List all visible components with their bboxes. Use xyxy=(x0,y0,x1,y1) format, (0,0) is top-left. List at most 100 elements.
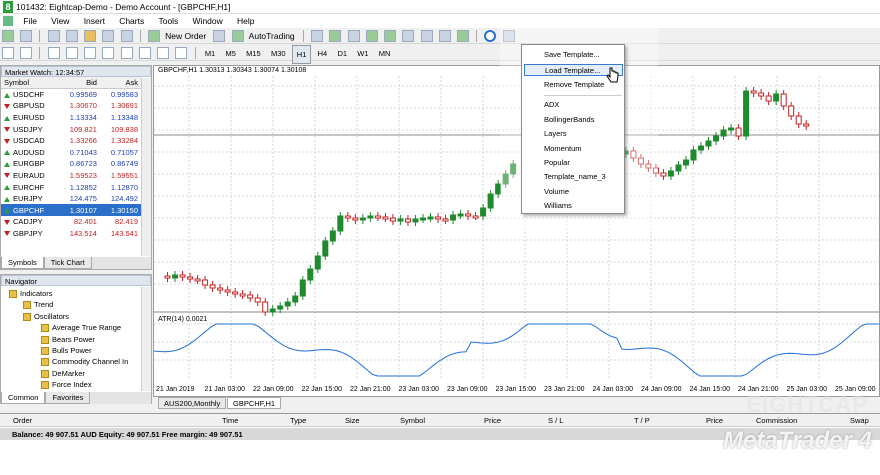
trendline-icon[interactable] xyxy=(84,47,97,59)
menu-help[interactable]: Help xyxy=(231,14,260,28)
periods-icon[interactable] xyxy=(484,30,497,42)
template-layers[interactable]: Layers xyxy=(544,129,567,138)
market-watch-row[interactable]: USDCAD 1.33266 1.33284 xyxy=(1,135,141,147)
menu-window[interactable]: Window xyxy=(187,14,229,28)
col-tp[interactable]: T / P xyxy=(634,416,650,425)
timeframe-m5[interactable]: M5 xyxy=(221,45,239,62)
market-watch-row[interactable]: EURCHF 1.12852 1.12870 xyxy=(1,181,141,193)
template-bollingerbands[interactable]: BollingerBands xyxy=(544,115,594,124)
fibonacci-icon[interactable] xyxy=(120,47,133,59)
menu-charts[interactable]: Charts xyxy=(113,14,150,28)
tab-symbols[interactable]: Symbols xyxy=(1,257,44,269)
zoom-out-icon[interactable] xyxy=(384,30,397,42)
navigator-scrollbar[interactable] xyxy=(141,287,151,391)
tile-windows-icon[interactable] xyxy=(402,30,415,42)
timeframe-m30[interactable]: M30 xyxy=(267,45,290,62)
timeframe-h1[interactable]: H1 xyxy=(291,45,312,64)
timeframe-d1[interactable]: D1 xyxy=(333,45,351,62)
market-watch-icon[interactable] xyxy=(47,30,60,42)
timeframe-m15[interactable]: M15 xyxy=(242,45,265,62)
navigator-item[interactable]: Oscillators xyxy=(23,312,69,321)
menu-file[interactable]: File xyxy=(17,14,43,28)
col-type[interactable]: Type xyxy=(290,416,306,425)
column-header-bid[interactable]: Bid xyxy=(58,77,100,89)
market-watch-row[interactable]: USDCHF 0.99569 0.99583 xyxy=(1,89,141,101)
candlestick-icon[interactable] xyxy=(329,30,342,42)
new-order-button[interactable]: New Order xyxy=(162,28,209,44)
navigator-icon[interactable] xyxy=(84,30,97,42)
menu-insert[interactable]: Insert xyxy=(78,14,111,28)
chart-tab-gbpchf[interactable]: GBPCHF,H1 xyxy=(227,397,282,409)
tab-common[interactable]: Common xyxy=(1,392,46,404)
market-watch-row[interactable]: EURJPY 124.475 124.492 xyxy=(1,193,141,205)
metaeditor-icon[interactable] xyxy=(213,30,226,42)
template-popular[interactable]: Popular xyxy=(544,158,570,167)
column-header-ask[interactable]: Ask xyxy=(99,77,141,89)
market-watch-row[interactable]: USDJPY 109.821 109.838 xyxy=(1,123,141,135)
navigator-item[interactable]: DeMarker xyxy=(41,369,85,378)
crosshair-icon[interactable] xyxy=(20,47,33,59)
navigator-item[interactable]: Commodity Channel In xyxy=(41,357,128,367)
tab-tick-chart[interactable]: Tick Chart xyxy=(43,257,92,269)
profiles-icon[interactable] xyxy=(20,30,33,42)
col-price[interactable]: Price xyxy=(484,416,501,425)
line-chart-icon[interactable] xyxy=(347,30,360,42)
navigator-item[interactable]: Trend xyxy=(23,300,53,310)
market-watch-row[interactable]: GBPUSD 1.30670 1.30691 xyxy=(1,100,141,112)
col-time[interactable]: Time xyxy=(222,416,238,425)
market-watch-row[interactable]: EURAUD 1.59523 1.59551 xyxy=(1,170,141,182)
column-header-symbol[interactable]: Symbol xyxy=(1,77,59,89)
strategy-tester-icon[interactable] xyxy=(120,30,133,42)
navigator-item[interactable]: Force Index xyxy=(41,380,92,390)
bar-chart-icon[interactable] xyxy=(311,30,324,42)
market-watch-row[interactable]: EURUSD 1.13334 1.13348 xyxy=(1,112,141,124)
menu-tools[interactable]: Tools xyxy=(152,14,184,28)
text-icon[interactable] xyxy=(138,47,151,59)
terminal-icon[interactable] xyxy=(102,30,115,42)
market-watch-row[interactable]: AUDUSD 0.71043 0.71057 xyxy=(1,146,141,158)
col-symbol[interactable]: Symbol xyxy=(400,416,425,425)
template-volume[interactable]: Volume xyxy=(544,187,569,196)
horizontal-line-icon[interactable] xyxy=(65,47,78,59)
market-watch-row[interactable]: GBPCHF 1.30107 1.30150 xyxy=(1,204,141,217)
menu-view[interactable]: View xyxy=(45,14,75,28)
navigator-item[interactable]: Average True Range xyxy=(41,323,121,333)
menu-save-template[interactable]: Save Template... xyxy=(544,50,600,59)
market-watch-scrollbar[interactable] xyxy=(141,78,151,256)
auto-scroll-icon[interactable] xyxy=(438,30,451,42)
cursor-icon[interactable] xyxy=(2,47,14,59)
app-menu-icon[interactable] xyxy=(3,16,13,26)
market-watch-row[interactable]: EURGBP 0.86723 0.86749 xyxy=(1,158,141,170)
navigator-item[interactable]: Bears Power xyxy=(41,335,95,344)
tab-favorites[interactable]: Favorites xyxy=(45,392,91,404)
autotrading-icon[interactable] xyxy=(231,30,244,42)
timeframe-h4[interactable]: H4 xyxy=(314,45,332,62)
autotrading-button[interactable]: AutoTrading xyxy=(246,28,298,44)
template-momentum[interactable]: Momentum xyxy=(544,144,582,153)
chart-tab-aus200[interactable]: AUS200,Monthly xyxy=(158,397,227,409)
channel-icon[interactable] xyxy=(102,47,115,59)
new-chart-icon[interactable] xyxy=(2,30,14,42)
template-name-3[interactable]: Template_name_3 xyxy=(544,172,606,181)
col-order[interactable]: Order xyxy=(13,416,32,425)
label-icon[interactable] xyxy=(157,47,170,59)
arrows-icon[interactable] xyxy=(175,47,188,59)
market-watch-row[interactable]: CADJPY 82.401 82.419 xyxy=(1,216,141,228)
template-adx[interactable]: ADX xyxy=(544,100,559,109)
col-price2[interactable]: Price xyxy=(706,416,723,425)
vertical-line-icon[interactable] xyxy=(47,47,60,59)
zoom-in-icon[interactable] xyxy=(365,30,378,42)
template-williams[interactable]: Williams xyxy=(544,201,572,210)
data-window-icon[interactable] xyxy=(65,30,78,42)
menu-remove-template[interactable]: Remove Template xyxy=(544,80,604,89)
indicators-icon[interactable] xyxy=(457,30,470,42)
navigator-item[interactable]: Bulls Power xyxy=(41,346,92,356)
chart-shift-icon[interactable] xyxy=(420,30,433,42)
timeframe-mn[interactable]: MN xyxy=(375,45,395,62)
new-order-icon[interactable] xyxy=(148,30,161,42)
navigator-item[interactable]: Indicators xyxy=(9,289,53,299)
timeframe-w1[interactable]: W1 xyxy=(353,45,372,62)
market-watch-row[interactable]: GBPJPY 143.514 143.541 xyxy=(1,228,141,240)
col-sl[interactable]: S / L xyxy=(548,416,563,425)
timeframe-m1[interactable]: M1 xyxy=(201,45,219,62)
